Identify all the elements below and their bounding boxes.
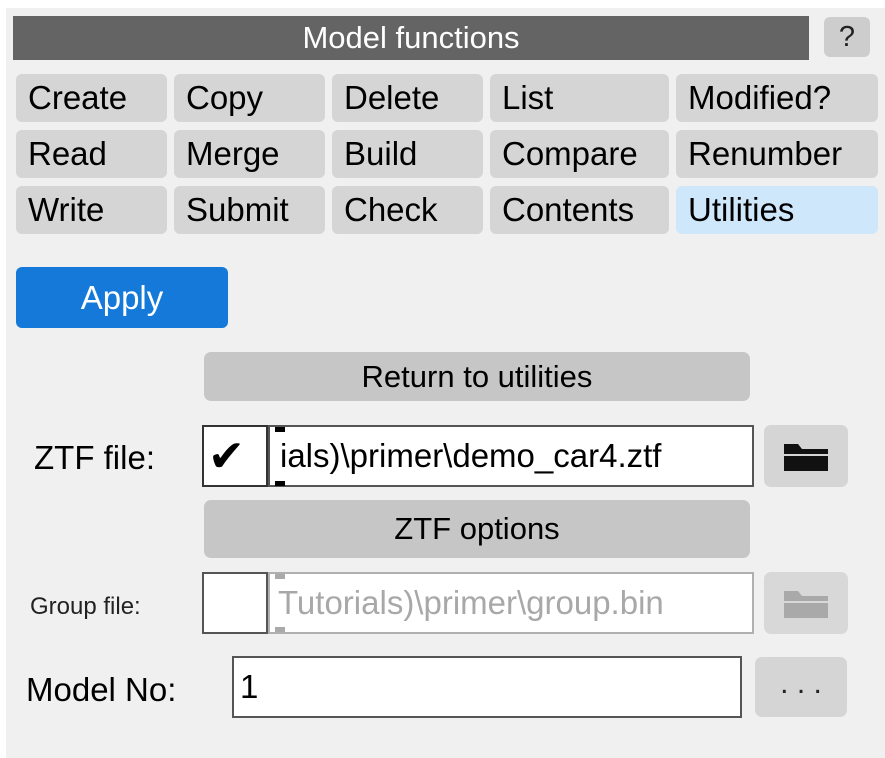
text-cursor-top <box>275 427 285 432</box>
merge-button[interactable]: Merge <box>174 130 325 178</box>
compare-button[interactable]: Compare <box>490 130 669 178</box>
model-no-value: 1 <box>240 668 259 705</box>
modified-button[interactable]: Modified? <box>676 74 878 122</box>
group-file-checkbox[interactable] <box>202 572 268 634</box>
ztf-file-browse-button[interactable] <box>764 425 848 487</box>
write-button[interactable]: Write <box>16 186 167 234</box>
group-file-input[interactable]: Tutorials)\primer\group.bin <box>268 572 754 634</box>
folder-icon-disabled <box>784 591 828 618</box>
panel-title: Model functions <box>13 16 809 60</box>
text-cursor-bottom <box>275 481 285 486</box>
ztf-file-input[interactable]: ials)\primer\demo_car4.ztf <box>268 425 754 487</box>
renumber-button[interactable]: Renumber <box>676 130 878 178</box>
folder-icon <box>784 444 828 471</box>
ztf-options-button[interactable]: ZTF options <box>204 500 750 558</box>
help-button[interactable]: ? <box>824 17 870 57</box>
model-no-label: Model No: <box>26 671 177 708</box>
model-no-input[interactable]: 1 <box>232 656 742 718</box>
submit-button[interactable]: Submit <box>174 186 325 234</box>
delete-button[interactable]: Delete <box>332 74 483 122</box>
read-button[interactable]: Read <box>16 130 167 178</box>
group-file-label: Group file: <box>30 593 141 620</box>
ztf-file-value: ials)\primer\demo_car4.ztf <box>280 437 662 474</box>
text-cursor-bottom-disabled <box>275 627 285 632</box>
check-icon: ✔ <box>208 431 245 482</box>
copy-button[interactable]: Copy <box>174 74 325 122</box>
return-to-utilities-button[interactable]: Return to utilities <box>204 352 750 401</box>
list-button[interactable]: List <box>490 74 669 122</box>
group-file-browse-button[interactable] <box>764 572 848 634</box>
text-cursor-top-disabled <box>275 574 285 579</box>
ztf-file-label: ZTF file: <box>34 439 155 476</box>
contents-button[interactable]: Contents <box>490 186 669 234</box>
model-select-button[interactable]: . . . <box>755 657 847 717</box>
build-button[interactable]: Build <box>332 130 483 178</box>
create-button[interactable]: Create <box>16 74 167 122</box>
group-file-value: Tutorials)\primer\group.bin <box>278 584 664 621</box>
utilities-button[interactable]: Utilities <box>676 186 878 234</box>
apply-button[interactable]: Apply <box>16 267 228 328</box>
ztf-file-checkbox[interactable]: ✔ <box>202 425 268 487</box>
check-button[interactable]: Check <box>332 186 483 234</box>
